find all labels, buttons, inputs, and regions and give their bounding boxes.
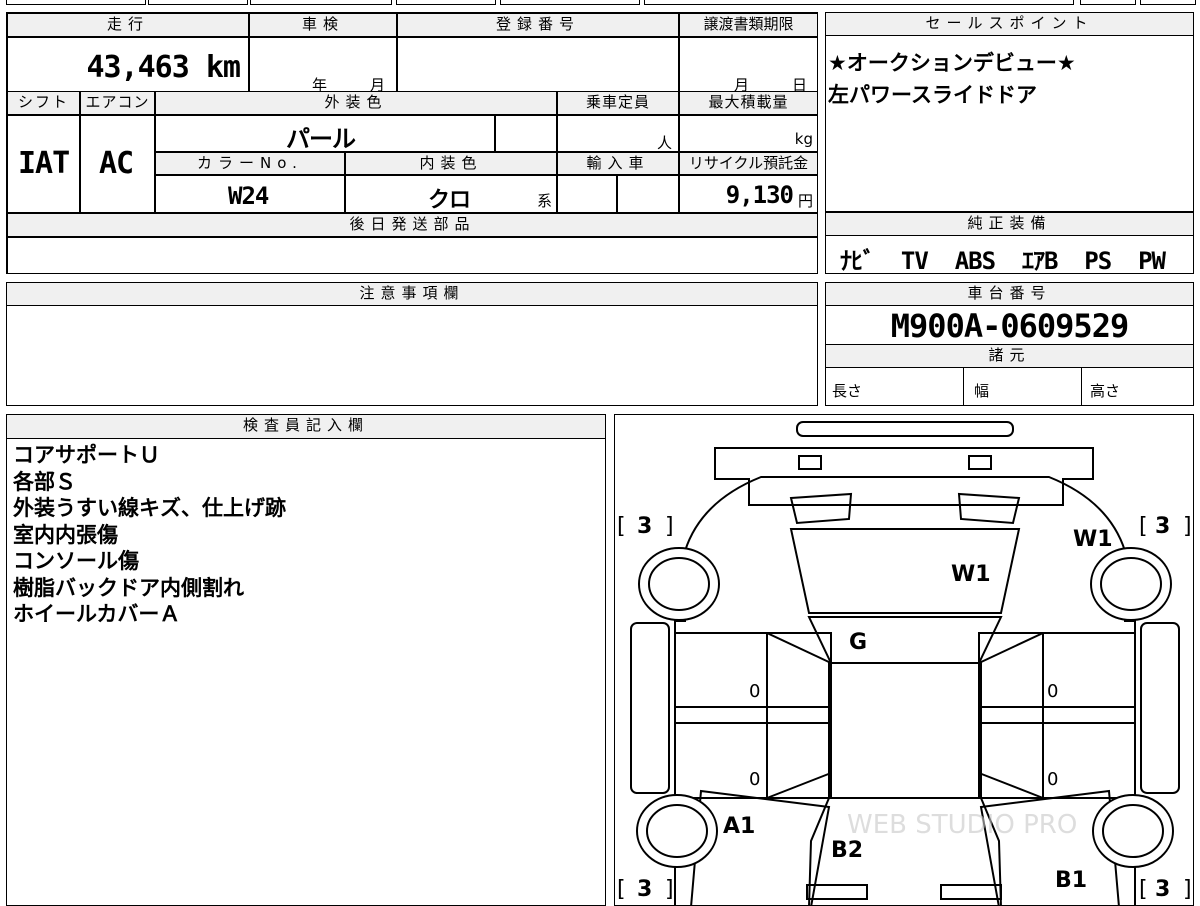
interior-color-cell: クロ 系 (345, 175, 557, 213)
watermark: WEB STUDIO PRO (847, 810, 1077, 840)
capacity-header: 乗車定員 (557, 91, 679, 115)
interior-color-value: クロ (428, 188, 471, 213)
tire-rr-tread: 3 (1155, 877, 1170, 902)
spec-length-cell: 長さ (826, 368, 964, 405)
color-no-value: W24 (228, 182, 269, 210)
roof-mark: G (849, 630, 867, 655)
spec-height-cell: 高さ (1082, 368, 1193, 405)
svg-text:]: ] (665, 514, 674, 539)
svg-text:]: ] (1183, 877, 1192, 902)
inspector-note: コアサポートＵ (13, 443, 160, 467)
later-parts-header: 後日発送部品 (7, 213, 818, 237)
chassis-header: 車台番号 (825, 282, 1194, 306)
door-left-rear-mark: 0 (749, 769, 760, 790)
color-no-header: カラーNo. (155, 152, 345, 175)
sales-point-2: 左パワースライドドア (828, 83, 1037, 107)
right-front-mark: W1 (1073, 527, 1113, 552)
car-diagram-box: [ 3 ] [ 3 ] [ 3 ] [ 3 ] W1 W1 G A1 B2 B1… (614, 414, 1194, 906)
mileage-value: 43,463 km (86, 50, 241, 85)
notes-box: 注意事項欄 (6, 282, 818, 406)
door-right-front-mark: 0 (1047, 681, 1058, 702)
max-load-header: 最大積載量 (679, 91, 818, 115)
inspector-header: 検査員記入欄 (6, 414, 606, 439)
transfer-header: 譲渡書類期限 (679, 13, 818, 37)
interior-color-header: 内装色 (345, 152, 557, 175)
specs-header: 諸元 (825, 344, 1194, 368)
ac-value: AC (99, 146, 134, 181)
inspector-note: 樹脂バックドア内側割れ (13, 575, 244, 600)
exterior-color-value: パール (286, 125, 356, 153)
capacity-unit: 人 (656, 134, 672, 152)
exterior-color-extra (495, 115, 557, 152)
vehicle-info-table: 走行 車検 登録番号 譲渡書類期限 43,463 km 年 月 月 日 シフト … (6, 12, 818, 274)
shaken-header: 車検 (249, 13, 397, 37)
recycle-unit: 円 (797, 192, 813, 210)
sales-point-1: ★オークションデビュー★ (828, 51, 1076, 75)
transfer-cell: 月 日 (679, 37, 818, 99)
recycle-header: リサイクル預託金 (679, 152, 818, 175)
inspector-note: 室内内張傷 (13, 522, 118, 547)
registration-cell (397, 37, 679, 99)
equipment-box: 純正装備 ﾅﾋﾞ TV ABS ｴｱB PS PW (825, 212, 1194, 275)
tire-rl-tread: 3 (637, 877, 652, 902)
inspector-note: 各部Ｓ (13, 469, 76, 494)
mileage-cell: 43,463 km (7, 37, 249, 99)
door-right-rear-mark: 0 (1047, 769, 1058, 790)
sales-point-box: セールスポイント ★オークションデビュー★ 左パワースライドドア (825, 12, 1194, 212)
import-cell-2 (617, 175, 679, 213)
chassis-box: 車台番号 M900A-0609529 諸元 長さ 幅 高さ (825, 282, 1194, 406)
sales-header: セールスポイント (825, 12, 1194, 36)
ac-header: エアコン (80, 91, 155, 115)
shift-cell: IAT (7, 115, 80, 213)
max-load-cell: kg (679, 115, 818, 152)
spec-width-cell: 幅 (964, 368, 1082, 405)
ac-cell: AC (80, 115, 155, 213)
svg-text:[: [ (1139, 877, 1148, 902)
registration-header: 登録番号 (397, 13, 679, 37)
spec-width-label: 幅 (974, 382, 990, 400)
inspector-note: ホイールカバーＡ (13, 602, 181, 626)
import-cell-1 (557, 175, 617, 213)
equipment-header: 純正装備 (825, 212, 1194, 236)
import-header: 輸入車 (557, 152, 679, 175)
recycle-cell: 9,130 円 (679, 175, 818, 213)
tire-fl-tread: 3 (637, 514, 652, 539)
svg-text:[: [ (1139, 514, 1148, 539)
exterior-color-cell: パール (155, 115, 495, 153)
svg-text:]: ] (665, 877, 674, 902)
rear-left-mark: A1 (723, 814, 755, 839)
inspector-box: 検査員記入欄 コアサポートＵ 各部Ｓ 外装うすい線キズ、仕上げ跡 室内内張傷 コ… (6, 414, 606, 906)
svg-text:[: [ (617, 877, 626, 902)
max-load-unit: kg (794, 130, 813, 148)
shift-value: IAT (18, 146, 70, 181)
car-diagram: [ 3 ] [ 3 ] [ 3 ] [ 3 ] W1 W1 G A1 B2 B1… (617, 421, 1192, 905)
inspector-notes: コアサポートＵ 各部Ｓ 外装うすい線キズ、仕上げ跡 室内内張傷 コンソール傷 樹… (13, 442, 286, 628)
spec-length-label: 長さ (832, 382, 863, 400)
later-parts-cell (7, 237, 818, 274)
shift-header: シフト (7, 91, 80, 115)
equipment-list: ﾅﾋﾞ TV ABS ｴｱB PS PW (840, 247, 1166, 275)
rear-right-mark: B1 (1055, 868, 1087, 893)
shaken-cell: 年 月 (249, 37, 397, 99)
interior-suffix: 系 (536, 192, 552, 210)
chassis-number: M900A-0609529 (890, 307, 1129, 345)
exterior-color-header: 外装色 (155, 91, 557, 115)
rear-center-mark: B2 (831, 838, 863, 863)
notes-header: 注意事項欄 (6, 282, 818, 306)
tire-fr-tread: 3 (1155, 514, 1170, 539)
windshield-mark: W1 (951, 562, 991, 587)
spec-height-label: 高さ (1090, 382, 1121, 400)
color-no-cell: W24 (155, 175, 345, 213)
recycle-value: 9,130 (725, 181, 794, 209)
mileage-header: 走行 (7, 13, 249, 37)
door-left-front-mark: 0 (749, 681, 760, 702)
top-strip (0, 0, 1200, 6)
svg-text:]: ] (1183, 514, 1192, 539)
sales-points: ★オークションデビュー★ 左パワースライドドア (828, 47, 1076, 111)
inspector-note: 外装うすい線キズ、仕上げ跡 (13, 496, 286, 520)
svg-text:[: [ (617, 514, 626, 539)
inspector-note: コンソール傷 (13, 549, 139, 573)
capacity-cell: 人 (557, 115, 679, 152)
